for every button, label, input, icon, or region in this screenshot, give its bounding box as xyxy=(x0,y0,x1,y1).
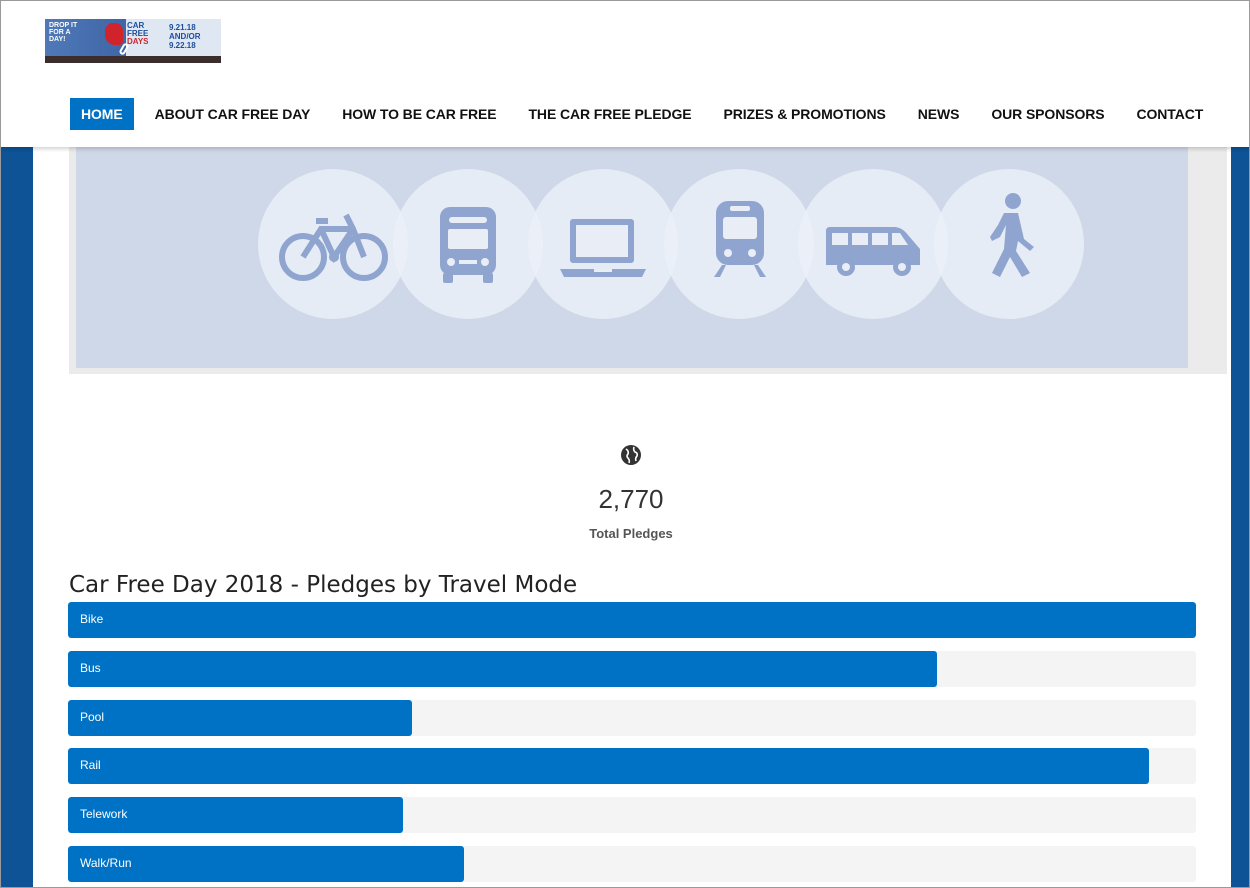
bar-label-bus: Bus xyxy=(80,660,101,675)
nav-item-news[interactable]: NEWS xyxy=(907,98,971,130)
logo-title-days: DAYS xyxy=(127,37,149,46)
logo-title-top: CAR FREE xyxy=(127,21,149,38)
laptop-circle xyxy=(528,169,678,319)
bicycle-circle xyxy=(258,169,408,319)
nav-item-about[interactable]: ABOUT CAR FREE DAY xyxy=(144,98,322,130)
walking-person-icon xyxy=(990,193,1034,277)
nav-item-home[interactable]: HOME xyxy=(70,98,134,130)
bar-label-rail: Rail xyxy=(80,758,101,773)
nav-item-how-to[interactable]: HOW TO BE CAR FREE xyxy=(331,98,507,130)
nav-item-sponsors[interactable]: OUR SPONSORS xyxy=(980,98,1115,130)
bar-label-bike: Bike xyxy=(80,612,104,626)
main-content: 2,770 Total Pledges Car Free Day 2018 - … xyxy=(33,143,1231,887)
bar-bike: Bike xyxy=(68,602,1196,638)
bar-label-walk-run: Walk/Run xyxy=(80,856,132,870)
logo-hand-graphic xyxy=(105,23,123,45)
walking-circle xyxy=(934,169,1084,319)
bicycle-icon xyxy=(279,213,388,281)
train-circle xyxy=(664,169,814,319)
logo-title: CAR FREE DAYS xyxy=(127,22,149,46)
bar-rail: Rail xyxy=(68,748,1149,785)
nav-item-prizes[interactable]: PRIZES & PROMOTIONS xyxy=(713,98,897,130)
browser-viewport: DROP IT FOR A DAY! CAR FREE DAYS 9.21.18… xyxy=(0,0,1250,888)
bus-icon xyxy=(440,207,496,283)
bar-track-rail: Rail xyxy=(68,748,1196,785)
logo-dates: 9.21.18 AND/OR 9.22.18 xyxy=(169,23,201,50)
nav-item-pledge[interactable]: THE CAR FREE PLEDGE xyxy=(517,98,702,130)
van-circle xyxy=(798,169,948,319)
total-pledges-label: Total Pledges xyxy=(589,526,673,541)
chart-title: Car Free Day 2018 - Pledges by Travel Mo… xyxy=(69,572,578,598)
logo-strip xyxy=(45,56,221,63)
right-side-bar xyxy=(1231,147,1249,887)
bar-label-pool: Pool xyxy=(80,709,105,724)
site-header: DROP IT FOR A DAY! CAR FREE DAYS 9.21.18… xyxy=(1,1,1249,147)
bar-track-telework: Telework xyxy=(68,797,1196,834)
left-side-bar xyxy=(1,147,33,887)
travel-modes-banner xyxy=(69,143,1227,374)
nav-item-contact[interactable]: CONTACT xyxy=(1126,98,1215,130)
logo-tagline: DROP IT FOR A DAY! xyxy=(49,22,78,43)
bar-track-walk-run: Walk/Run xyxy=(68,846,1196,882)
bar-track-bus: Bus xyxy=(68,650,1196,687)
bar-track-bike: Bike xyxy=(68,602,1196,638)
banner-image xyxy=(76,143,1188,368)
main-nav: HOME ABOUT CAR FREE DAY HOW TO BE CAR FR… xyxy=(70,98,1224,130)
bar-track-pool: Pool xyxy=(68,699,1196,736)
train-icon xyxy=(714,201,766,277)
bar-pool: Pool xyxy=(68,699,413,736)
laptop-icon xyxy=(560,219,646,277)
bus-circle xyxy=(393,169,543,319)
bar-bus: Bus xyxy=(68,650,937,687)
bar-telework: Telework xyxy=(68,797,404,834)
bar-walk-run: Walk/Run xyxy=(68,846,464,882)
site-logo[interactable]: DROP IT FOR A DAY! CAR FREE DAYS 9.21.18… xyxy=(45,19,221,63)
globe-icon xyxy=(621,445,641,465)
van-icon xyxy=(826,227,920,276)
bar-label-telework: Telework xyxy=(80,807,128,822)
total-pledges-count: 2,770 xyxy=(598,484,664,514)
